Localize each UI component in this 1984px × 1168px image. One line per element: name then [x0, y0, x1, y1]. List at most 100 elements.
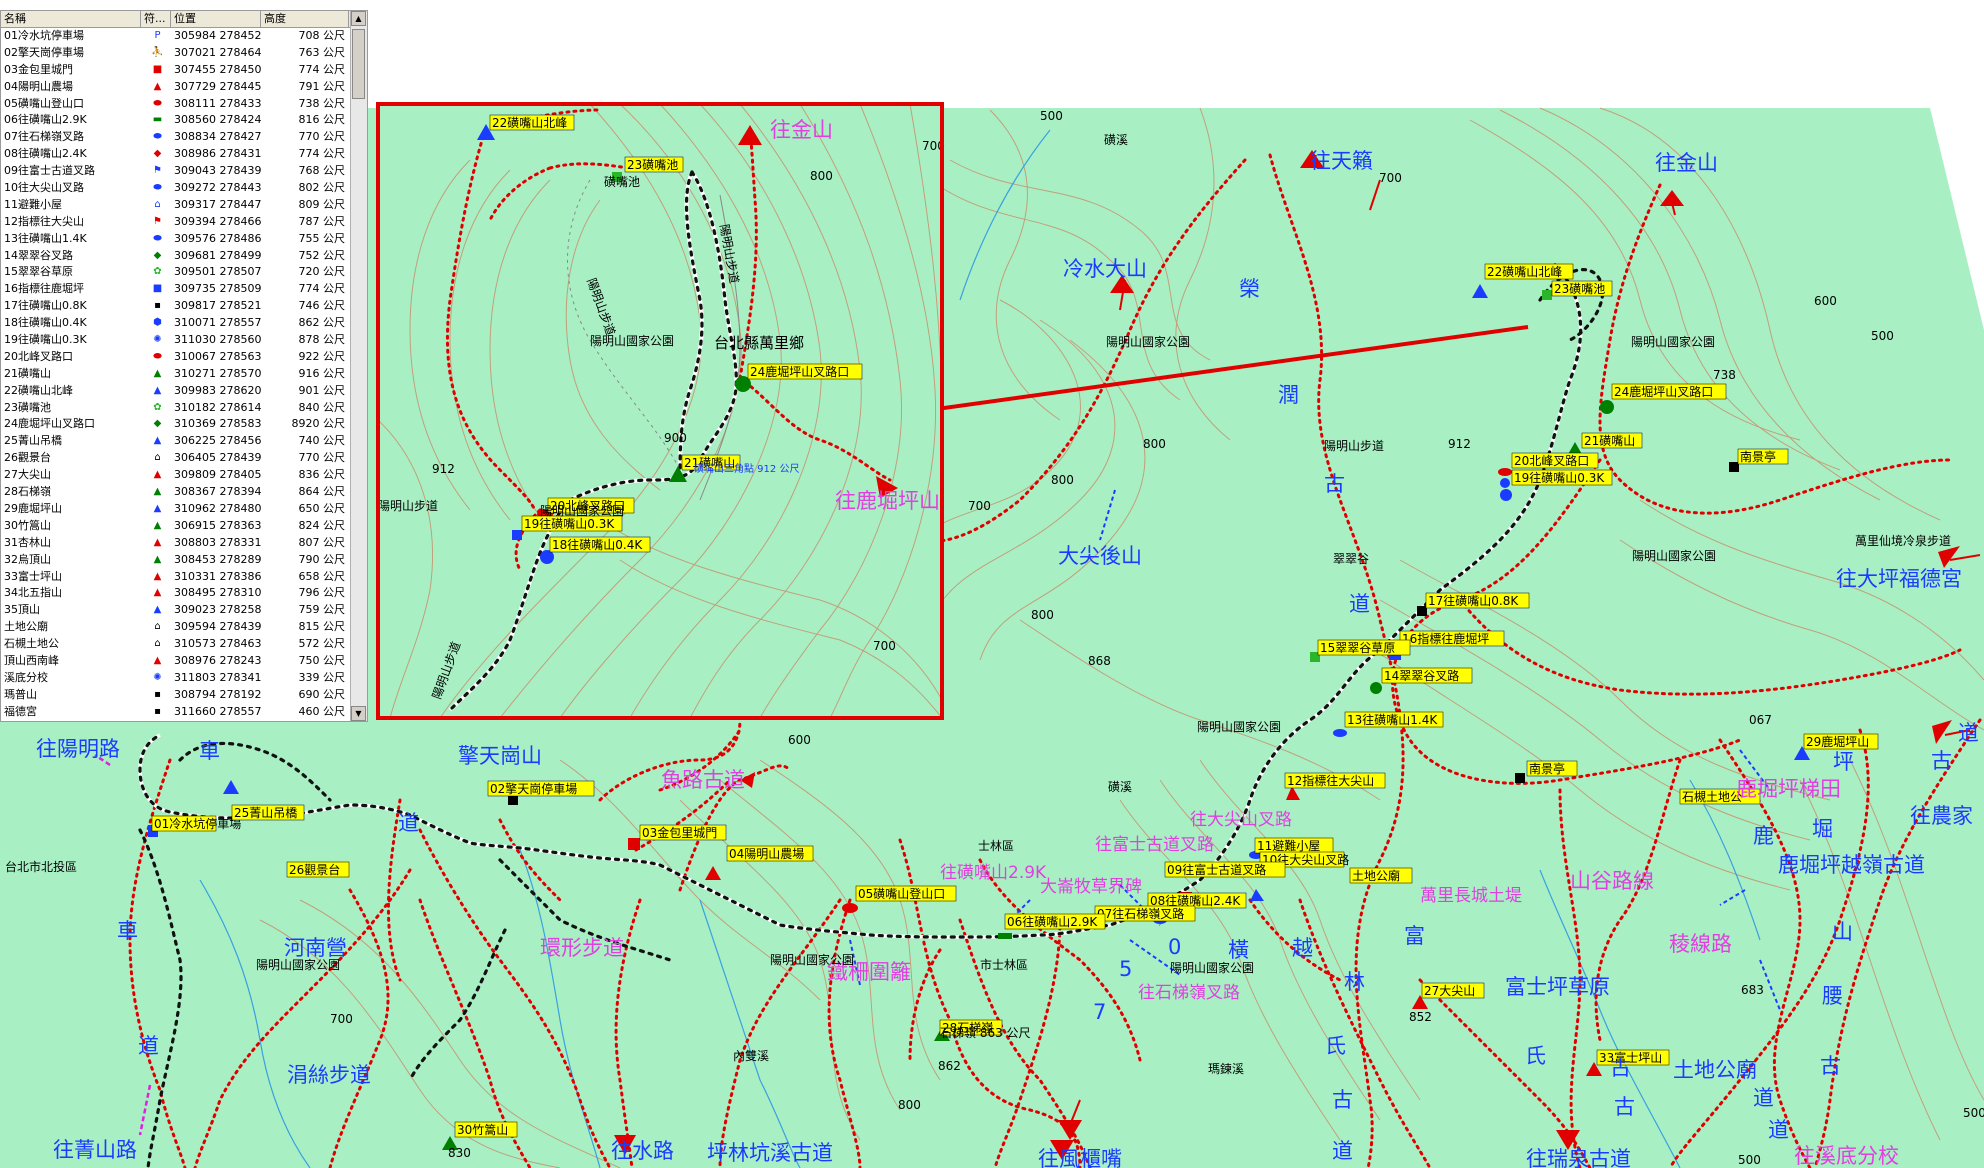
waypoint-row[interactable]: 32烏頂山 ▲ 308453 2782891 790 公尺 — [1, 552, 351, 569]
c738: 738 — [1713, 368, 1736, 382]
waypoint-row[interactable]: 30竹篙山 ▲ 306915 2783632 824 公尺 — [1, 518, 351, 535]
waypoint-row[interactable]: 35頂山 ▲ 309023 2782585 759 公尺 — [1, 602, 351, 619]
park-2: 陽明山國家公園 — [1631, 334, 1715, 349]
c852: 852 — [1409, 1010, 1432, 1024]
list-scrollbar[interactable]: ▲ ▼ — [350, 11, 367, 721]
waypoint-row[interactable]: 16指標往鹿堀坪 ■ 309735 2785099 774 公尺 — [1, 281, 351, 298]
waypoint-row[interactable]: 03金包里城門 ■ 307455 2784507 774 公尺 — [1, 62, 351, 79]
waypoint-list-window[interactable]: 名稱 符... 位置 高度 01冷水坑停車場 P 305984 2784529 708… — [0, 10, 368, 722]
waypoint-row[interactable]: 13往磺嘴山1.4K ⬬ 309576 2784862 755 公尺 — [1, 231, 351, 248]
waypoint-row[interactable]: 25菁山吊橋 ▲ 306225 2784560 740 公尺 — [1, 433, 351, 450]
inset-alt-note: 磺嘴山三角點 912 公尺 — [694, 462, 799, 475]
waypoint-row[interactable]: 23磺嘴池 ✿ 310182 2786140 840 公尺 — [1, 400, 351, 417]
waypoint-row[interactable]: 17往磺嘴山0.8K ▪ 309817 2785217 746 公尺 — [1, 298, 351, 315]
waypoint-name: 25菁山吊橋 — [4, 434, 62, 448]
waypoint-row[interactable]: 22磺嘴山北峰 ▲ 309983 2786207 901 公尺 — [1, 383, 351, 400]
waypoint-name: 09往富士古道叉路 — [4, 164, 95, 178]
waypoint-row[interactable]: 31杏林山 ▲ 308803 2783310 807 公尺 — [1, 535, 351, 552]
waypoint-altitude: 768 公尺 — [298, 164, 346, 178]
wp03-label: 03金包里城門 — [642, 825, 717, 840]
waypoint-row[interactable]: 34北五指山 ▲ 308495 2783107 796 公尺 — [1, 585, 351, 602]
waypoint-row[interactable]: 01冷水坑停車場 P 305984 2784529 708 公尺 — [1, 28, 351, 45]
waypoint-row[interactable]: 頂山西南峰 ▲ 308976 2782430 750 公尺 — [1, 653, 351, 670]
waypoint-row[interactable]: 08往磺嘴山2.4K ◆ 308986 2784313 774 公尺 — [1, 146, 351, 163]
wp06-label: 06往磺嘴山2.9K — [1007, 914, 1098, 929]
waypoint-row[interactable]: 10往大尖山叉路 ⬬ 309272 2784437 802 公尺 — [1, 180, 351, 197]
shan: 山 — [1832, 920, 1853, 944]
col-altitude[interactable]: 高度 — [261, 11, 349, 27]
waypoint-row[interactable]: 02擎天崗停車場 ⛹ 307021 2784645 763 公尺 — [1, 45, 351, 62]
waypoint-position: 310071 2785575 — [174, 316, 261, 330]
waypoint-symbol: ⚑ — [153, 165, 162, 177]
waypoint-row[interactable]: 28石梯嶺 ▲ 308367 2783941 864 公尺 — [1, 484, 351, 501]
waypoint-row[interactable]: 石槻土地公 ⌂ 310573 2784630 572 公尺 — [1, 636, 351, 653]
wp04-label: 04陽明山農場 — [729, 847, 804, 861]
waypoint-symbol: ⬬ — [153, 182, 162, 194]
waypoint-symbol: ▲ — [153, 570, 162, 582]
waypoint-row[interactable]: 19往磺嘴山0.3K ✺ 311030 2785608 878 公尺 — [1, 332, 351, 349]
scroll-up-button[interactable]: ▲ — [351, 11, 366, 26]
waypoint-row[interactable]: 12指標往大尖山 ⚑ 309394 2784668 787 公尺 — [1, 214, 351, 231]
wp16-label: 16指標往鹿堀坪 — [1402, 631, 1489, 646]
park-5: 陽明山國家公園 — [1170, 960, 1254, 975]
waypoint-symbol: ⌂ — [154, 198, 161, 210]
to-nongjia: 往農家 — [1910, 804, 1973, 828]
waypoint-row[interactable]: 瑪普山 ▪ 308794 2781928 690 公尺 — [1, 687, 351, 704]
waypoint-position: 310962 2784805 — [174, 501, 261, 515]
waypoint-name: 21磺嘴山 — [4, 366, 51, 380]
wp19-label: 19往磺嘴山0.3K — [1514, 470, 1605, 485]
waypoint-position: 306405 2784395 — [174, 451, 261, 465]
ping: 坪 — [1833, 750, 1854, 774]
waypoint-row[interactable]: 06往磺嘴山2.9K ▬ 308560 2784248 816 公尺 — [1, 112, 351, 129]
wp01-label: 01冷水坑停車場 — [154, 816, 241, 831]
inset-c800: 800 — [810, 169, 833, 183]
waypoint-row[interactable]: 11避難小屋 ⌂ 309317 2784477 809 公尺 — [1, 197, 351, 214]
lu: 鹿 — [1753, 824, 1774, 848]
waypoint-row[interactable]: 18往磺嘴山0.4K ⬢ 310071 2785575 862 公尺 — [1, 315, 351, 332]
waypoint-row[interactable]: 24鹿堀坪山叉路口 ◆ 310369 2785835 8920 公尺 — [1, 416, 351, 433]
scroll-thumb[interactable] — [352, 29, 365, 99]
waypoint-row[interactable]: 07往石梯嶺叉路 ⬬ 308834 2784273 770 公尺 — [1, 129, 351, 146]
waypoint-symbol: ⬬ — [153, 131, 162, 143]
waypoint-altitude: 787 公尺 — [298, 214, 346, 228]
tudi-label: 土地公廟 — [1352, 868, 1400, 883]
waypoint-row[interactable]: 溪底分校 ✺ 311803 2783413 339 公尺 — [1, 670, 351, 687]
inset-to-luku: 往鹿堀坪山 — [835, 489, 940, 513]
che1: 車 — [199, 739, 220, 763]
waypoint-row[interactable]: 33富士坪山 ▲ 310331 2783860 658 公尺 — [1, 569, 351, 586]
waypoint-altitude: 746 公尺 — [298, 299, 346, 313]
waypoint-row[interactable]: 09往富士古道叉路 ⚑ 309043 2784393 768 公尺 — [1, 163, 351, 180]
waypoint-name: 溪底分校 — [4, 670, 48, 684]
c700-3: 700 — [330, 1012, 353, 1026]
gu-3: 古 — [1614, 1095, 1635, 1119]
waypoint-symbol: ▪ — [154, 705, 161, 717]
inset-c700: 700 — [873, 639, 896, 653]
wp21-label: 21磺嘴山 — [1584, 434, 1635, 448]
waypoint-row[interactable]: 26觀景台 ⌂ 306405 2784395 770 公尺 — [1, 450, 351, 467]
waypoint-row[interactable]: 21磺嘴山 ▲ 310271 2785700 916 公尺 — [1, 366, 351, 383]
to-fushi: 往富士古道叉路 — [1095, 835, 1214, 855]
waypoint-position: 309681 2784992 — [174, 248, 261, 262]
scroll-down-button[interactable]: ▼ — [351, 706, 366, 721]
waypoint-row[interactable]: 04陽明山農場 ▲ 307729 2784457 791 公尺 — [1, 79, 351, 96]
waypoint-position: 309272 2784437 — [174, 181, 261, 195]
waypoint-row[interactable]: 29鹿堀坪山 ▲ 310962 2784805 650 公尺 — [1, 501, 351, 518]
waypoint-symbol: ⌂ — [154, 621, 161, 633]
col-position[interactable]: 位置 — [171, 11, 261, 27]
waypoint-row[interactable]: 14翠翠谷叉路 ◆ 309681 2784992 752 公尺 — [1, 248, 351, 265]
dao3: 道 — [1332, 1139, 1353, 1163]
waypoint-position: 311660 2785573 — [174, 704, 261, 718]
park-6: 陽明山國家公園 — [770, 952, 854, 967]
col-name[interactable]: 名稱 — [1, 11, 141, 27]
waypoint-row[interactable]: 05磺嘴山登山口 ⬬ 308111 2784334 738 公尺 — [1, 96, 351, 113]
waypoint-row[interactable]: 土地公廟 ⌂ 309594 2784391 815 公尺 — [1, 619, 351, 636]
waypoint-list-body: 01冷水坑停車場 P 305984 2784529 708 公尺 02擎天崗停車場 ⛹ 30… — [1, 28, 351, 721]
yue: 越 — [1292, 936, 1313, 960]
waypoint-position: 311803 2783413 — [174, 670, 261, 684]
waypoint-row[interactable]: 15翠翠谷草原 ✿ 309501 2785079 720 公尺 — [1, 264, 351, 281]
waypoint-row[interactable]: 福德宮 ▪ 311660 2785573 460 公尺 — [1, 704, 351, 721]
col-symbol[interactable]: 符... — [141, 11, 171, 27]
waypoint-row[interactable]: 27大尖山 ▲ 309809 2784058 836 公尺 — [1, 467, 351, 484]
waypoint-row[interactable]: 20北峰叉路口 ⬬ 310067 2785634 922 公尺 — [1, 349, 351, 366]
waypoint-symbol: ✿ — [153, 266, 162, 278]
